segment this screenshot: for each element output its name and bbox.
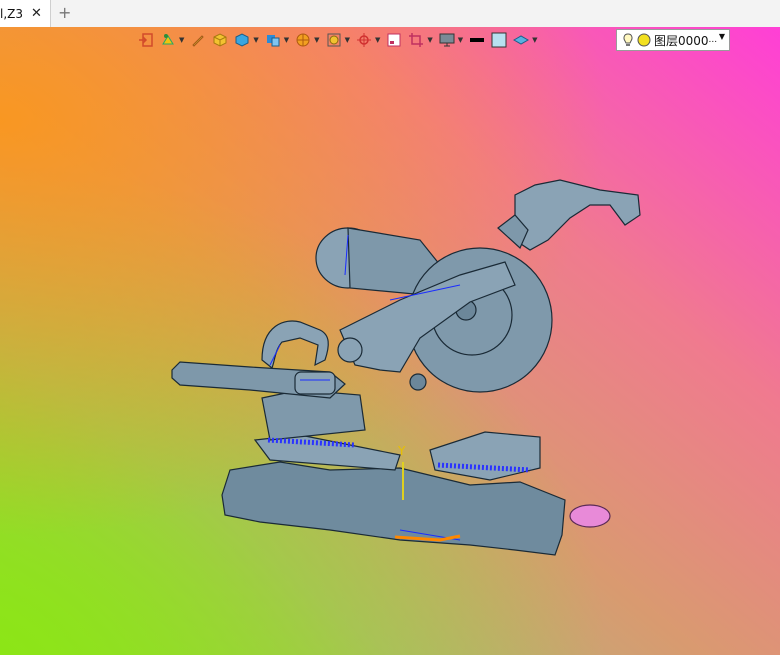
iso-view-icon[interactable] [263,30,283,50]
render-ball-icon[interactable] [293,30,313,50]
lightbulb-icon[interactable] [621,32,635,48]
line-weight-icon[interactable] [467,30,487,50]
layer-value: 图层0000 [654,33,709,48]
new-tab-button[interactable]: + [58,3,71,22]
chevron-down-icon[interactable]: ▼ [253,36,258,44]
layer-color-icon [637,33,651,47]
color-swatch-icon[interactable] [489,30,509,50]
document-tab[interactable]: l,Z3 ✕ [0,0,51,27]
3d-viewport[interactable]: Y [0,27,780,655]
shaded-box-icon[interactable] [210,30,230,50]
pen-icon[interactable] [188,30,208,50]
display-mode-icon[interactable] [158,30,178,50]
y-axis-label: Y [397,444,406,458]
chevron-down-icon[interactable]: ▼ [719,32,725,41]
chevron-down-icon[interactable]: ▼ [427,36,432,44]
layer-select[interactable]: 图层0000 ... ▼ [616,29,730,51]
window-icon[interactable] [384,30,404,50]
tab-bar: l,Z3 ✕ + [0,0,780,28]
chevron-down-icon[interactable]: ▼ [375,36,380,44]
monitor-icon[interactable] [437,30,457,50]
chevron-down-icon[interactable]: ▼ [179,36,184,44]
move-icon[interactable] [354,30,374,50]
chevron-down-icon[interactable]: ▼ [458,36,463,44]
zoom-frame-icon[interactable] [324,30,344,50]
view-toolbar: ▼ ▼ ▼ ▼ ▼ ▼ ▼ ▼ ▼ [136,28,542,52]
chevron-down-icon[interactable]: ▼ [284,36,289,44]
chevron-down-icon[interactable]: ▼ [314,36,319,44]
chevron-down-icon[interactable]: ▼ [345,36,350,44]
tab-label: l,Z3 [0,6,24,21]
close-icon[interactable]: ✕ [31,6,42,21]
exit-icon[interactable] [136,30,156,50]
layer-ellipsis: ... [708,35,718,45]
layer-icon[interactable] [511,30,531,50]
miter-saw-model: Y [171,179,641,556]
chevron-down-icon[interactable]: ▼ [532,36,537,44]
box-view-icon[interactable] [232,30,252,50]
crop-icon[interactable] [406,30,426,50]
